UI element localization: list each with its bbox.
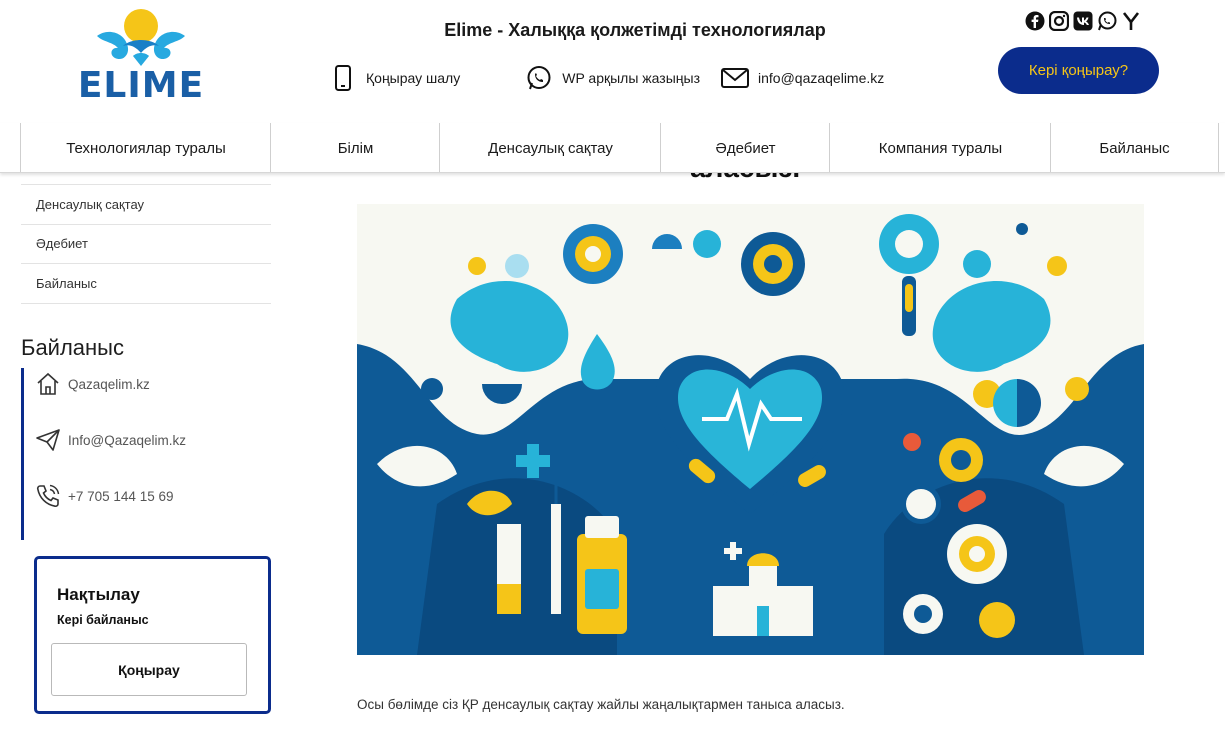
site-logo[interactable]: ELIME xyxy=(50,6,232,110)
nav-item-education[interactable]: Білім xyxy=(270,123,440,172)
whatsapp-link[interactable]: WP арқылы жазыңыз xyxy=(524,63,700,93)
instagram-icon[interactable] xyxy=(1048,10,1069,31)
hero-illustration-graphic xyxy=(357,204,1144,655)
call-link-label: Қоңырау шалу xyxy=(366,70,461,86)
sidebar-item-literature[interactable]: Әдебиет xyxy=(21,225,271,264)
sidebar-item-contact[interactable]: Байланыс xyxy=(21,264,271,304)
mail-icon xyxy=(720,63,750,93)
call-link[interactable]: Қоңырау шалу xyxy=(328,63,460,93)
call-button[interactable]: Қоңырау xyxy=(51,643,247,696)
contact-website[interactable]: Qazaqelim.kz xyxy=(34,370,150,398)
facebook-icon[interactable] xyxy=(1024,10,1045,31)
yandex-icon[interactable] xyxy=(1120,10,1141,31)
email-link-label: info@qazaqelime.kz xyxy=(758,70,885,86)
site-title: Elime - Халыққа қолжетімді технологиялар xyxy=(444,20,826,40)
email-link[interactable]: info@qazaqelime.kz xyxy=(720,63,884,93)
sidebar-contact-list: Qazaqelim.kz Info@Qazaqelim.kz +7 705 14… xyxy=(21,368,271,540)
sidebar-contact-heading: Байланыс xyxy=(21,335,124,360)
main-nav: Технологиялар туралы Білім Денсаулық сақ… xyxy=(0,123,1225,173)
contact-phone[interactable]: +7 705 144 15 69 xyxy=(34,482,173,510)
sidebar-item-healthcare[interactable]: Денсаулық сақтау xyxy=(21,185,271,225)
sidebar-menu: Денсаулық сақтау Әдебиет Байланыс xyxy=(21,184,271,304)
phone-icon xyxy=(328,63,358,93)
nav-item-contact[interactable]: Байланыс xyxy=(1050,123,1219,172)
nav-item-technologies[interactable]: Технологиялар туралы xyxy=(20,123,271,172)
nav-item-about[interactable]: Компания туралы xyxy=(829,123,1051,172)
whatsapp-icon[interactable] xyxy=(1096,10,1117,31)
whatsapp-link-label: WP арқылы жазыңыз xyxy=(562,70,700,86)
section-description: Осы бөлімде сіз ҚР денсаулық сақтау жайл… xyxy=(357,697,845,712)
contact-email-label: Info@Qazaqelim.kz xyxy=(68,432,186,448)
whatsapp-icon xyxy=(524,63,554,93)
vk-icon[interactable] xyxy=(1072,10,1093,31)
send-icon xyxy=(34,426,62,454)
home-icon xyxy=(34,370,62,398)
phone-call-icon xyxy=(34,482,62,510)
site-header: ELIME Elime - Халыққа қолжетімді техноло… xyxy=(0,0,1225,120)
nav-item-healthcare[interactable]: Денсаулық сақтау xyxy=(439,123,661,172)
social-links xyxy=(1024,10,1141,31)
contact-email[interactable]: Info@Qazaqelim.kz xyxy=(34,426,186,454)
contact-website-label: Qazaqelim.kz xyxy=(68,376,150,392)
header-contacts: Қоңырау шалу WP арқылы жазыңыз info@qaza… xyxy=(328,60,906,96)
callback-button[interactable]: Кері қоңырау? xyxy=(998,47,1159,94)
clarify-title: Нақтылау xyxy=(57,585,140,604)
logo-emblem-icon xyxy=(97,9,185,66)
contact-phone-label: +7 705 144 15 69 xyxy=(68,488,174,504)
nav-item-literature[interactable]: Әдебиет xyxy=(660,123,830,172)
logo-text: ELIME xyxy=(77,65,205,106)
healthcare-illustration xyxy=(357,204,1144,655)
clarify-subtitle: Кері байланыс xyxy=(57,613,149,627)
clarify-card: Нақтылау Кері байланыс Қоңырау xyxy=(34,556,271,714)
